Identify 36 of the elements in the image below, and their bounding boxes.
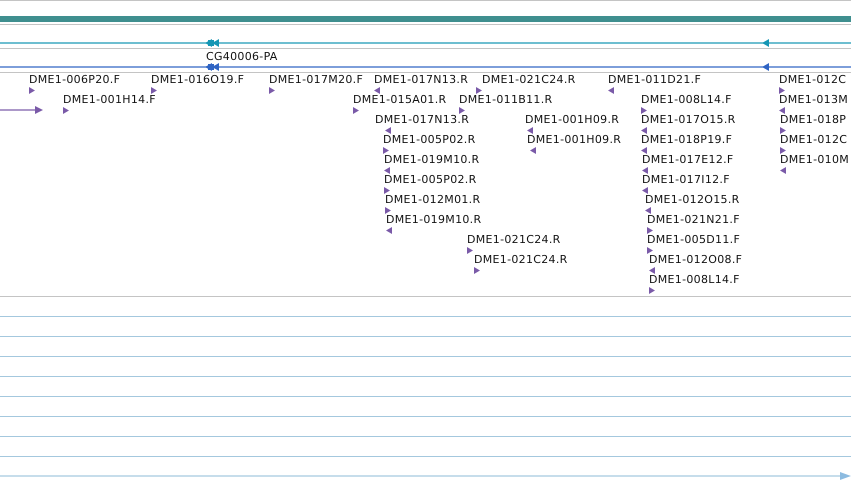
feature-label[interactable]: DME1-021C24.R — [467, 233, 561, 246]
feature-label[interactable]: DME1-005P02.R — [384, 173, 477, 186]
feature-label[interactable]: DME1-021C24.R — [482, 73, 576, 86]
feature-label[interactable]: DME1-021N21.F — [647, 213, 740, 226]
feature-label[interactable]: DME1-005P02.R — [383, 133, 476, 146]
feature-label[interactable]: DME1-006P20.F — [29, 73, 120, 86]
feature-label[interactable]: DME1-012M01.R — [385, 193, 480, 206]
feature-label[interactable]: DME1-017I12.F — [642, 173, 730, 186]
feature-label[interactable]: DME1-011B11.R — [459, 93, 552, 106]
feature-label[interactable]: DME1-001H09.R — [525, 113, 620, 126]
feature-label[interactable]: DME1-017O15.R — [641, 113, 736, 126]
feature-label[interactable]: DME1-021C24.R — [474, 253, 568, 266]
feature-label[interactable]: DME1-019M10.R — [386, 213, 482, 226]
feature-label[interactable]: DME1-016O19.F — [151, 73, 244, 86]
feature-label[interactable]: DME1-008L14.F — [649, 273, 740, 286]
feature-label[interactable]: DME1-012O15.R — [645, 193, 740, 206]
feature-label[interactable]: DME1-018P19.F — [641, 133, 732, 146]
feature-label[interactable]: DME1-001H14.F — [63, 93, 156, 106]
feature-label[interactable]: DME1-012C — [780, 133, 848, 146]
feature-label[interactable]: DME1-005D11.F — [647, 233, 740, 246]
feature-label[interactable]: DME1-017N13.R — [375, 113, 470, 126]
feature-label[interactable]: DME1-010M — [780, 153, 850, 166]
feature-label[interactable]: DME1-019M10.R — [384, 153, 480, 166]
feature-label[interactable]: DME1-015A01.R — [353, 93, 446, 106]
feature-label[interactable]: DME1-011D21.F — [608, 73, 702, 86]
feature-label[interactable]: DME1-008L14.F — [641, 93, 732, 106]
feature-label[interactable]: DME1-017N13.R — [374, 73, 468, 86]
feature-label[interactable]: DME1-017E12.F — [642, 153, 734, 166]
feature-label[interactable]: DME1-001H09.R — [527, 133, 622, 146]
feature-label[interactable]: DME1-013M — [779, 93, 848, 106]
feature-label[interactable]: DME1-018P — [780, 113, 846, 126]
gene-label[interactable]: CG40006-PA — [206, 50, 278, 63]
feature-label[interactable]: DME1-017M20.F — [269, 73, 364, 86]
feature-line-drawing — [0, 106, 44, 114]
feature-label[interactable]: DME1-012C — [779, 73, 846, 86]
feature-label[interactable]: DME1-012O08.F — [649, 253, 742, 266]
